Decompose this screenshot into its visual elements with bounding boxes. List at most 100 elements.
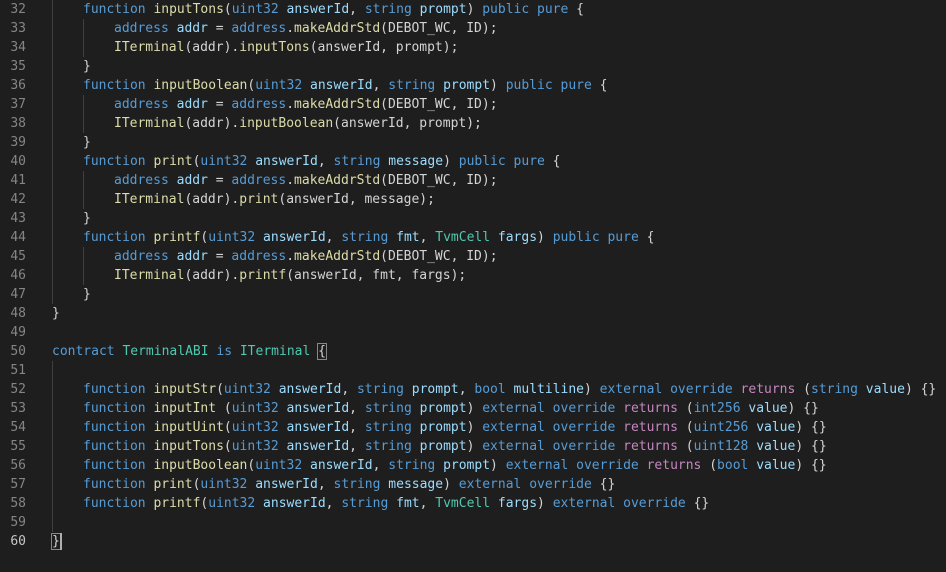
code-editor[interactable]: 32 function inputTons(uint32 answerId, st… (0, 0, 946, 572)
code-token: (answerId, prompt); (333, 116, 482, 131)
indent-guide (52, 57, 53, 76)
code-token: string (333, 477, 381, 492)
code-line[interactable]: 52 function inputStr(uint32 answerId, str… (0, 380, 946, 399)
code-text: ITerminal(addr).inputBoolean(answerId, p… (114, 114, 482, 133)
code-line[interactable]: 36 function inputBoolean(uint32 answerId,… (0, 76, 946, 95)
code-token: ) (443, 154, 459, 169)
code-line[interactable]: 59 (0, 513, 946, 532)
code-token: function (83, 2, 154, 17)
line-number: 57 (10, 477, 26, 492)
code-token: uint32 (208, 496, 256, 511)
code-token: function (83, 496, 154, 511)
code-token: { (591, 78, 608, 93)
code-token: fmt (396, 230, 420, 245)
code-token: uint32 (231, 2, 279, 17)
code-token: external override (482, 420, 624, 435)
code-token: ( (677, 439, 694, 454)
code-token: TvmCell (435, 496, 491, 511)
code-token: = (207, 249, 232, 264)
code-line[interactable]: 47} (0, 285, 946, 304)
code-line[interactable]: 60} (0, 532, 946, 551)
code-line[interactable]: 58 function printf(uint32 answerId, strin… (0, 494, 946, 513)
code-token: string (388, 78, 436, 93)
code-line[interactable]: 32 function inputTons(uint32 answerId, st… (0, 0, 946, 19)
code-token: message (388, 477, 444, 492)
code-token: (addr). (184, 268, 240, 283)
code-line[interactable]: 48} (0, 304, 946, 323)
code-token: = (207, 21, 232, 36)
code-token: inputBoolean (153, 458, 248, 473)
code-line[interactable]: 46 ITerminal(addr).printf(answerId, fmt, … (0, 266, 946, 285)
code-token: , (325, 496, 342, 511)
code-token: answerId (310, 458, 373, 473)
code-token: inputInt (153, 401, 217, 416)
code-line[interactable]: 33 address addr = address.makeAddrStd(DEB… (0, 19, 946, 38)
code-token: ITerminal (114, 116, 185, 131)
code-token: addr (176, 21, 208, 36)
code-line[interactable]: 51 (0, 361, 946, 380)
code-token: } (83, 211, 91, 226)
code-token: fmt (396, 496, 420, 511)
line-number: 39 (10, 135, 26, 150)
code-text: } (83, 133, 91, 152)
code-line[interactable]: 49 (0, 323, 946, 342)
code-line[interactable]: 42 ITerminal(addr).print(answerId, messag… (0, 190, 946, 209)
code-token: answerId (310, 78, 373, 93)
code-token: uint32 (208, 230, 256, 245)
indent-guide (52, 266, 53, 285)
code-token: prompt (443, 458, 491, 473)
code-token: inputBoolean (239, 116, 334, 131)
line-number: 46 (10, 268, 26, 283)
code-token: uint32 (231, 420, 279, 435)
code-token: address (231, 21, 287, 36)
line-number: 34 (10, 40, 26, 55)
code-line[interactable]: 56 function inputBoolean (uint32 answerId,… (0, 456, 946, 475)
code-text: address addr = address.makeAddrStd(DEBOT… (114, 95, 498, 114)
code-line[interactable]: 38 ITerminal(addr).inputBoolean(answerId,… (0, 114, 946, 133)
code-token: uint32 (231, 401, 279, 416)
code-line[interactable]: 53 function inputInt (uint32 answerId, st… (0, 399, 946, 418)
code-line[interactable]: 37 address addr = address.makeAddrStd(DEB… (0, 95, 946, 114)
code-line[interactable]: 55 function inputTons(uint32 answerId, st… (0, 437, 946, 456)
code-token: address (114, 21, 169, 36)
code-token: = (207, 97, 232, 112)
indent-guide (52, 228, 53, 247)
code-token: string (364, 401, 412, 416)
code-token: function (83, 458, 154, 473)
code-token: public pure (482, 2, 569, 17)
code-token: (answerId, fmt, fargs); (286, 268, 467, 283)
code-token: value (756, 458, 796, 473)
code-line[interactable]: 44 function printf(uint32 answerId, strin… (0, 228, 946, 247)
code-token: ( (677, 420, 694, 435)
code-line[interactable]: 43} (0, 209, 946, 228)
indent-guide (52, 380, 53, 399)
code-token: function (83, 439, 154, 454)
code-token: printf (239, 268, 287, 283)
line-number: 32 (10, 2, 26, 17)
code-line[interactable]: 35} (0, 57, 946, 76)
code-line[interactable]: 50 contract TerminalABI is ITerminal { (0, 342, 946, 361)
line-number: 47 (10, 287, 26, 302)
code-token: . (286, 249, 295, 264)
code-token: (addr). (184, 116, 240, 131)
indent-guide (52, 456, 53, 475)
code-token: } (52, 306, 60, 321)
code-token: (answerId, message); (278, 192, 435, 207)
code-text: } (83, 209, 91, 228)
code-line[interactable]: 34 ITerminal(addr).inputTons(answerId, pr… (0, 38, 946, 57)
code-token: string (364, 420, 412, 435)
code-line[interactable]: 45 address addr = address.makeAddrStd(DEB… (0, 247, 946, 266)
indent-guide (52, 0, 53, 19)
code-token: addr (176, 173, 208, 188)
code-line[interactable]: 39} (0, 133, 946, 152)
code-line[interactable]: 57 function print(uint32 answerId, string… (0, 475, 946, 494)
code-line[interactable]: 41 address addr = address.makeAddrStd(DEB… (0, 171, 946, 190)
indent-guide (52, 437, 53, 456)
code-token: TvmCell (435, 230, 491, 245)
code-line[interactable]: 40 function print(uint32 answerId, string… (0, 152, 946, 171)
indent-guide (52, 399, 53, 418)
code-line[interactable]: 54 function inputUint(uint32 answerId, st… (0, 418, 946, 437)
